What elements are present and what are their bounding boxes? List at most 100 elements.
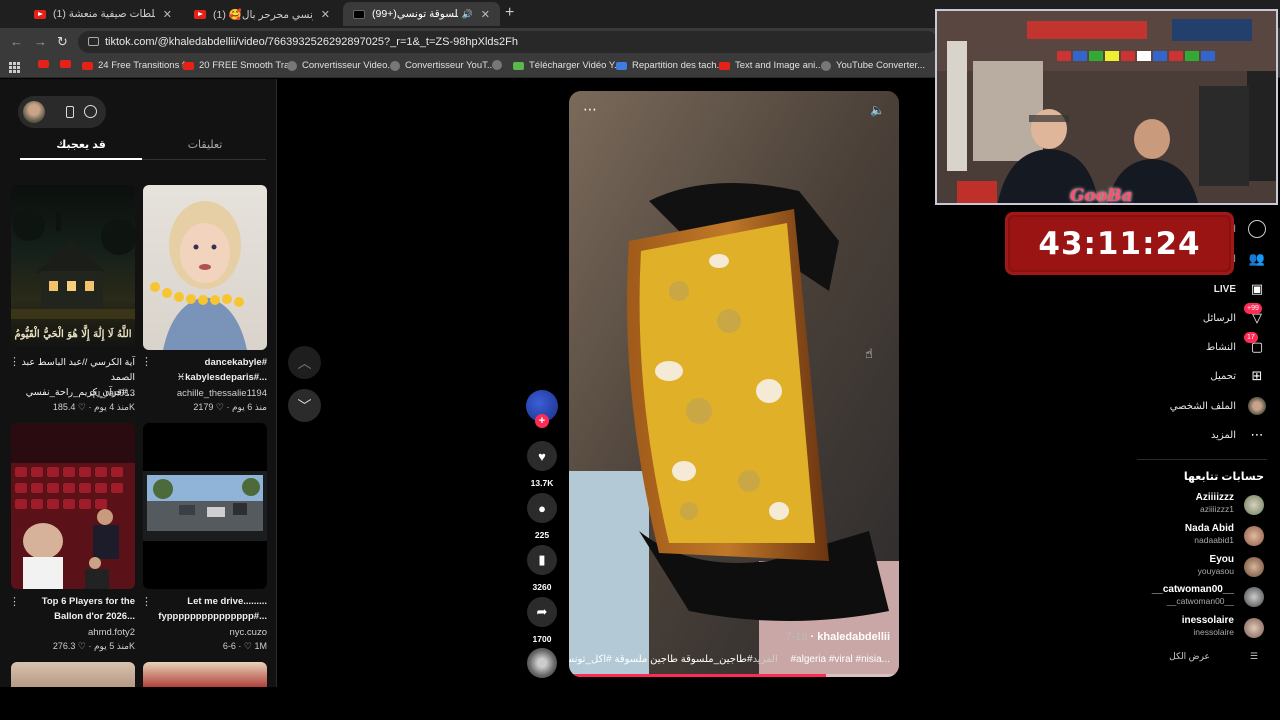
bookmark-item[interactable]: 20 FREE Smooth Tra... (183, 60, 297, 71)
bookmark-item[interactable]: Convertisseur YouT... (390, 60, 495, 71)
comment-count: 225 (534, 530, 550, 540)
tab-you-may-like[interactable]: قد يعجبك (20, 138, 142, 151)
close-tab-icon[interactable]: ✕ (155, 8, 172, 21)
address-bar[interactable]: tiktok.com/@khaledabdellii/video/7663932… (78, 31, 938, 53)
sidebar-item-following[interactable]: ا 👥 (1233, 250, 1266, 268)
compass-icon[interactable] (84, 105, 97, 118)
tiktok-icon (353, 9, 365, 19)
apps-grid-icon[interactable] (9, 62, 20, 73)
phone-icon[interactable] (66, 106, 74, 118)
like-action[interactable]: ♥ 13.7K (527, 441, 557, 488)
mouse-cursor-icon: ☝ (865, 346, 873, 361)
video-description: المزيد#طاجين_ملسوقة طاجين ملسوقة #اكل_تو… (569, 654, 890, 665)
video-thumbnail[interactable] (11, 662, 135, 687)
bookmark-item[interactable] (60, 60, 76, 68)
divider (1137, 459, 1267, 460)
video-thumbnail[interactable] (143, 423, 267, 589)
card-age: منذ 5 يوم (93, 641, 129, 651)
tab-comments[interactable]: تعليقات (144, 138, 266, 151)
next-video-button[interactable]: ﹀ (288, 389, 321, 422)
site-info-icon[interactable] (88, 37, 99, 46)
avatar (1244, 495, 1264, 515)
more-link[interactable]: المزيد (753, 654, 778, 665)
globe-icon (492, 60, 502, 70)
new-tab-button[interactable]: + (505, 4, 514, 22)
card-username[interactable]: ahmd.foty2 (11, 625, 135, 640)
active-tab-indicator (20, 158, 142, 160)
card-username[interactable]: qu_ran013 (11, 386, 135, 401)
avatar (1244, 618, 1264, 638)
see-all-link[interactable]: عرض الكل ☰ (1169, 651, 1258, 662)
video-card[interactable]: اللَّهُ لَا إِلَٰهَ إِلَّا هُوَ الْحَيُّ… (9, 185, 135, 412)
recommendations-panel: تعليقات قد يعجبك اللَّهُ لَا إِلَٰهَ إِل… (0, 79, 277, 687)
following-account[interactable]: Eyou youyasou (1104, 553, 1264, 581)
comment-icon[interactable]: ● (527, 493, 557, 523)
bookmark-item[interactable] (492, 60, 507, 70)
video-thumbnail[interactable] (11, 423, 135, 589)
following-account[interactable]: inessolaire inessolaire (1104, 614, 1264, 642)
bookmark-item[interactable]: Text and Image ani... (719, 60, 823, 71)
following-account[interactable]: Aziiiizzz aziiiizzz1 (1104, 491, 1264, 519)
like-count: 13.7K (530, 478, 554, 488)
sidebar-item-explore[interactable]: ا (1233, 220, 1266, 238)
video-player[interactable]: ⋯ 🔈 7-18 · khaledabdellii المزيد#طاجين_م… (569, 91, 899, 677)
heart-icon[interactable]: ♥ (527, 441, 557, 471)
browser-tab-active[interactable]: (99+)طاجين ملسوقة تونسي: 🔊 ✕ (343, 2, 500, 26)
video-options-icon[interactable]: ⋯ (583, 101, 598, 118)
sidebar-item-messages[interactable]: الرسائل ▽ +99 (1203, 303, 1266, 327)
device-switcher[interactable] (18, 96, 106, 128)
comment-action[interactable]: ● 225 (527, 493, 557, 540)
video-thumbnail[interactable] (143, 185, 267, 350)
browser-tab[interactable]: (1) أربعة سلطات صيفية منعشة ✕ (24, 2, 182, 26)
volume-icon[interactable]: 🔈 (870, 103, 885, 117)
save-action[interactable]: ▮ 3260 (527, 545, 557, 592)
follow-plus-icon[interactable]: + (535, 414, 549, 428)
back-icon[interactable]: ← (10, 34, 23, 49)
video-thumbnail[interactable] (143, 662, 267, 687)
video-thumbnail[interactable]: اللَّهُ لَا إِلَٰهَ إِلَّا هُوَ الْحَيُّ… (11, 185, 135, 350)
close-tab-icon[interactable]: ✕ (473, 8, 490, 21)
close-tab-icon[interactable]: ✕ (313, 8, 330, 21)
share-action[interactable]: ➦ 1700 (527, 597, 557, 644)
video-username[interactable]: khaledabdellii (817, 631, 890, 643)
avatar[interactable] (23, 101, 45, 123)
sidebar-item-more[interactable]: المزيد ⋯ (1211, 426, 1266, 444)
video-card[interactable]: ⋮ Let me drive......... fypppppppppppppp… (141, 423, 268, 653)
url-text: tiktok.com/@khaledabdellii/video/7663932… (105, 36, 518, 48)
video-card[interactable]: ⋮ Top 6 Players for the Ballon d'or 2026… (9, 423, 135, 653)
sidebar-item-live[interactable]: LIVE ▣ (1214, 280, 1266, 298)
card-username[interactable]: nyc.cuzo (143, 625, 268, 640)
reload-icon[interactable]: ↻ (57, 34, 68, 50)
youtube-icon (719, 61, 730, 70)
sidebar-item-upload[interactable]: تحميل ⊞ (1210, 367, 1266, 385)
card-username[interactable]: achille_thessalie1194 (143, 386, 267, 401)
bookmark-item[interactable]: Télécharger Vidéo Y... (513, 60, 622, 71)
bookmark-item[interactable]: Repartition des tach... (616, 60, 724, 71)
share-icon[interactable]: ➦ (527, 597, 557, 627)
following-account[interactable]: __catwoman00__ __catwoman00__ (1104, 583, 1264, 611)
youtube-icon (38, 60, 49, 68)
card-stats: 6-6 · ♡ 1M (222, 641, 267, 651)
card-age: منذ 6 يوم (231, 402, 267, 412)
download-icon (513, 61, 524, 70)
music-disc-icon[interactable] (527, 648, 557, 678)
following-account[interactable]: Nada Abid nadaabid1 (1104, 522, 1264, 550)
browser-tab[interactable]: (1) 🥰كسكسي تونسي محرحر بال ✕ (184, 2, 340, 26)
previous-video-button[interactable]: ︿ (288, 346, 321, 379)
messages-badge: +99 (1244, 303, 1262, 314)
bookmark-item[interactable] (38, 60, 54, 68)
card-caption: Ballon d'or 2026... (54, 611, 135, 622)
sidebar-item-profile[interactable]: الملف الشخصي (1170, 397, 1266, 415)
card-stats: منذ 5 يوم · ♡ 276.3K (52, 641, 135, 651)
bookmark-item[interactable]: YouTube Converter... (821, 60, 925, 71)
video-progress-bar[interactable] (569, 674, 899, 677)
video-author[interactable]: 7-18 · khaledabdellii (785, 631, 890, 643)
bookmark-icon[interactable]: ▮ (527, 545, 557, 575)
sidebar-item-activity[interactable]: النشاط ▢ 17 (1206, 332, 1266, 356)
bookmark-item[interactable]: 24 Free Transitions f... (82, 60, 193, 71)
bookmark-item[interactable]: Convertisseur Video... (287, 60, 395, 71)
video-card[interactable]: ⋮ dancekabyle# ♓kabylesdeparis#... achil… (141, 185, 267, 412)
converter-icon (390, 60, 400, 71)
card-caption: fyppppppppppppppp#... (158, 611, 267, 622)
forward-icon[interactable]: → (34, 34, 47, 49)
